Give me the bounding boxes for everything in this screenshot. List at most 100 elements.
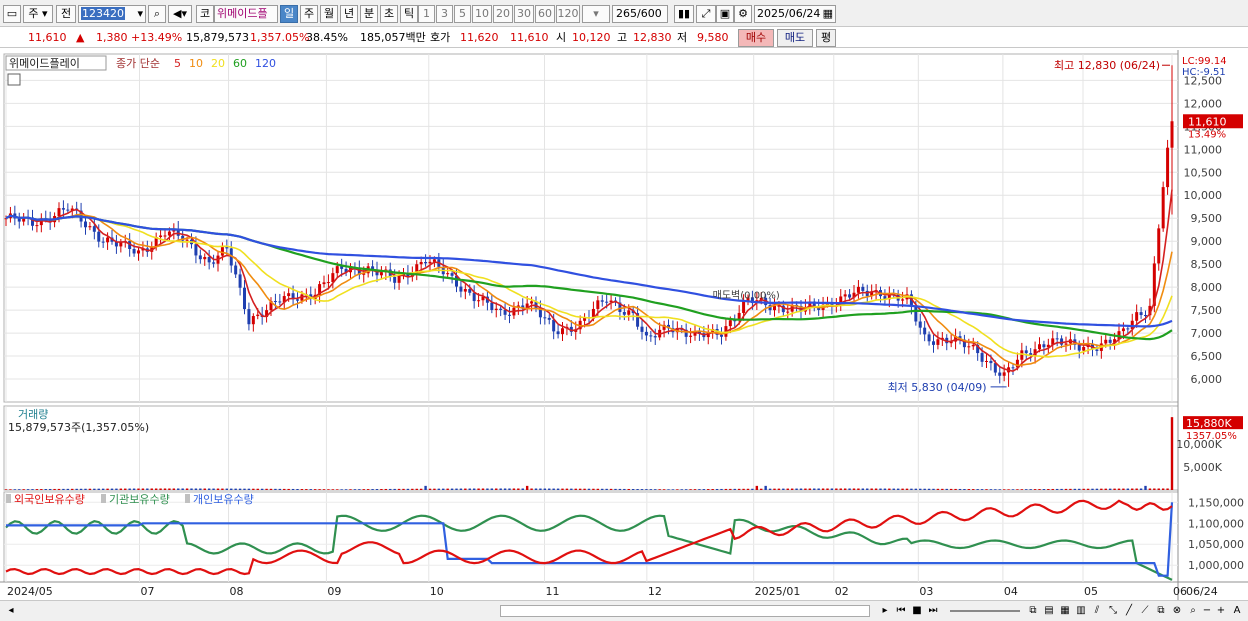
line-icon[interactable]: ╱	[1122, 604, 1136, 618]
period-week[interactable]: 주	[300, 5, 318, 23]
interval-dropdown[interactable]: ▾	[582, 5, 610, 23]
interval-30[interactable]: 30	[514, 5, 534, 23]
interval-60[interactable]: 60	[535, 5, 555, 23]
gear-icon[interactable]: ⚙	[734, 5, 752, 23]
period-year[interactable]: 년	[340, 5, 358, 23]
volume-bar	[795, 488, 798, 490]
volume-bar	[1047, 488, 1050, 490]
layout-icon[interactable]: ▭	[3, 5, 21, 23]
quote-bar: 11,610 ▲ 1,380 +13.49% 15,879,573 1,357.…	[0, 28, 1248, 48]
period-minute[interactable]: 분	[360, 5, 378, 23]
grid-icon[interactable]: ▦	[1058, 604, 1072, 618]
x-tick-label: 03	[919, 585, 933, 598]
font-size-icon[interactable]: A	[1230, 604, 1244, 618]
first-page-icon[interactable]: ⏮	[894, 604, 908, 618]
volume-bar	[813, 488, 816, 490]
period-month[interactable]: 월	[320, 5, 338, 23]
split-icon[interactable]: ▤	[1042, 604, 1056, 618]
draw-icon[interactable]: ⤡	[1106, 604, 1120, 618]
stock-name-field[interactable]: 위메이드플	[214, 5, 278, 23]
volume-bar	[631, 489, 635, 490]
date-input[interactable]: 2025/06/24 ▦	[754, 5, 836, 23]
window-icon[interactable]: ⧉	[1026, 604, 1040, 618]
candle-body	[203, 256, 207, 260]
stock-code-input[interactable]: 123420 ▾	[78, 5, 146, 23]
interval-1[interactable]: 1	[418, 5, 435, 23]
volume-bar	[1144, 485, 1147, 490]
market-select[interactable]: 주 ▾	[23, 5, 53, 23]
volume-bar	[539, 488, 542, 490]
period-day[interactable]: 일	[280, 5, 298, 23]
chart-area[interactable]: 12,50012,00011,50011,00010,50010,0009,50…	[0, 50, 1248, 600]
scroll-bar[interactable]: ◂ ▸ ⏮ ■ ⏭ ⧉ ▤ ▦ ▥ ⫽ ⤡ ╱ ⟋ ⧉ ⊗ ⌕ − + A	[0, 600, 1248, 621]
volume-bar	[605, 488, 608, 490]
volume-bar	[490, 488, 494, 490]
zoom-reset-icon[interactable]: ⊗	[1170, 604, 1184, 618]
volume-bar	[433, 488, 436, 490]
candle-body	[918, 321, 922, 328]
type-button[interactable]: 코	[196, 5, 214, 23]
save-icon[interactable]: ▣	[716, 5, 734, 23]
tool-icon[interactable]: ⤢	[696, 5, 716, 23]
volume-bar	[821, 488, 825, 490]
minus-icon[interactable]: −	[1200, 604, 1214, 618]
candle-body	[1082, 347, 1086, 351]
search-icon[interactable]: ⌕	[148, 5, 166, 23]
candle-body	[923, 327, 927, 335]
trade-amount: 185,057백만	[360, 31, 426, 44]
interval-120[interactable]: 120	[556, 5, 580, 23]
zoom-slider[interactable]	[950, 610, 1020, 612]
up-arrow-icon: ▲	[76, 31, 85, 44]
prev-button[interactable]: 전	[56, 5, 76, 23]
volume-bar	[247, 488, 251, 490]
stop-icon[interactable]: ■	[910, 604, 924, 618]
scroll-left-icon[interactable]: ◂	[4, 604, 18, 618]
high-price: 12,830	[633, 31, 672, 44]
candle-body	[1024, 350, 1028, 354]
period-second[interactable]: 초	[380, 5, 398, 23]
candle-body	[1108, 339, 1112, 343]
chart-type-icon[interactable]: ▥	[1074, 604, 1088, 618]
scroll-thumb[interactable]	[500, 605, 870, 617]
indicator-icon[interactable]: ⫽	[1090, 604, 1104, 618]
candle-body	[238, 274, 242, 288]
plus-icon[interactable]: +	[1214, 604, 1228, 618]
speaker-icon[interactable]: ◀▾	[168, 5, 192, 23]
volume-bar	[44, 489, 47, 490]
copy-icon[interactable]: ⧉	[1154, 604, 1168, 618]
volume-bar	[574, 488, 577, 490]
candle-icon[interactable]: ▮▮	[674, 5, 694, 23]
scroll-right-icon[interactable]: ▸	[878, 604, 892, 618]
sell-button[interactable]: 매도	[777, 29, 813, 47]
volume-bar	[88, 488, 92, 490]
current-price: 11,610	[28, 31, 67, 44]
candle-body	[225, 247, 229, 249]
tool2-icon[interactable]: ⟋	[1138, 604, 1152, 618]
candle-body	[508, 314, 511, 316]
volume-bar	[994, 489, 997, 490]
open-label: 시	[556, 31, 567, 44]
change-percent: +13.49%	[131, 31, 183, 44]
volume-bar	[804, 488, 807, 490]
candle-body	[207, 256, 211, 263]
interval-10[interactable]: 10	[472, 5, 492, 23]
period-tick[interactable]: 틱	[400, 5, 418, 23]
volume-bar	[543, 488, 547, 490]
candle-body	[326, 282, 330, 284]
candle-body	[419, 262, 423, 265]
candle-body	[1166, 147, 1170, 188]
candle-body	[640, 326, 644, 332]
interval-20[interactable]: 20	[493, 5, 513, 23]
data-count-input[interactable]: 265/600	[612, 5, 668, 23]
volume-bar	[623, 488, 626, 490]
interval-3[interactable]: 3	[436, 5, 453, 23]
volume-bar	[614, 488, 617, 490]
volume-bar	[464, 488, 467, 490]
eval-button[interactable]: 평	[816, 29, 836, 47]
interval-5[interactable]: 5	[454, 5, 471, 23]
volume-bar	[132, 488, 136, 490]
zoom-icon[interactable]: ⌕	[1186, 604, 1200, 618]
buy-button[interactable]: 매수	[738, 29, 774, 47]
last-page-icon[interactable]: ⏭	[926, 604, 940, 618]
volume-bar	[141, 488, 145, 490]
